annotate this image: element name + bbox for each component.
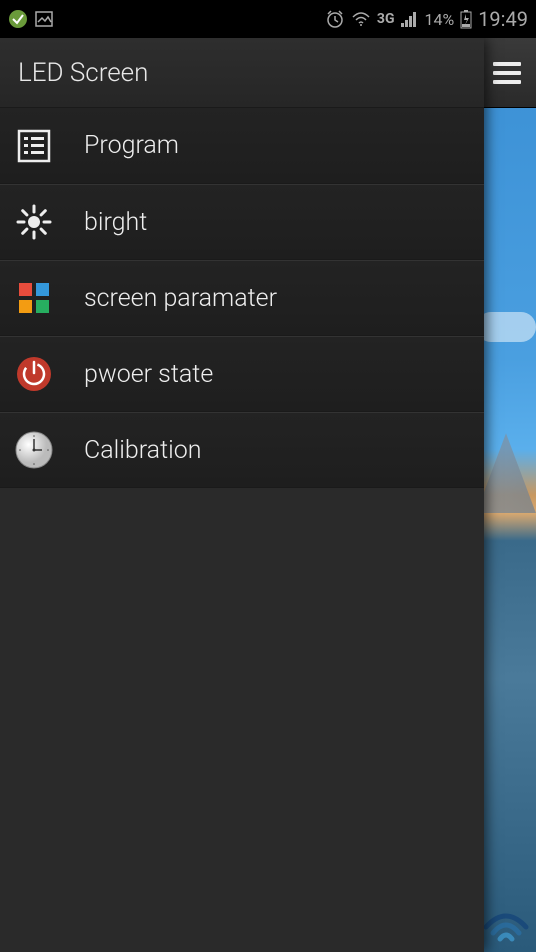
signal-icon: [400, 10, 418, 28]
status-bar: 3G 14% 19:49: [0, 0, 536, 38]
app-title-label: LED Screen: [18, 58, 148, 88]
menu-list: Program: [0, 108, 484, 488]
menu-label: pwoer state: [84, 360, 213, 389]
list-icon: [14, 126, 54, 166]
status-right: 3G 14% 19:49: [325, 7, 528, 31]
power-icon: [14, 354, 54, 394]
network-type-label: 3G: [377, 11, 395, 27]
clock-icon: [14, 430, 54, 470]
drawer-empty-area: [0, 488, 484, 952]
menu-item-screen-parameter[interactable]: screen paramater: [0, 260, 484, 336]
brightness-icon: [14, 202, 54, 242]
battery-pct-label: 14%: [424, 10, 454, 29]
menu-item-bright[interactable]: birght: [0, 184, 484, 260]
navigation-drawer: LED Screen Program: [0, 38, 484, 952]
windows-grid-icon: [14, 278, 54, 318]
menu-item-calibration[interactable]: Calibration: [0, 412, 484, 488]
menu-item-program[interactable]: Program: [0, 108, 484, 184]
wifi-status-icon[interactable]: [476, 902, 536, 952]
menu-label: birght: [84, 208, 147, 237]
menu-label: screen paramater: [84, 284, 277, 313]
drawer-title: LED Screen: [0, 38, 484, 108]
menu-label: Program: [84, 131, 179, 160]
status-left: [8, 9, 54, 29]
wifi-icon: [351, 9, 371, 29]
alarm-icon: [325, 9, 345, 29]
notification-icon-1: [8, 9, 28, 29]
main-area: LED Screen Program: [0, 38, 536, 952]
menu-item-power-state[interactable]: pwoer state: [0, 336, 484, 412]
image-icon: [34, 9, 54, 29]
menu-label: Calibration: [84, 436, 202, 465]
hamburger-menu-button[interactable]: [493, 62, 521, 84]
battery-charging-icon: [460, 9, 472, 29]
clock-label: 19:49: [478, 7, 528, 31]
